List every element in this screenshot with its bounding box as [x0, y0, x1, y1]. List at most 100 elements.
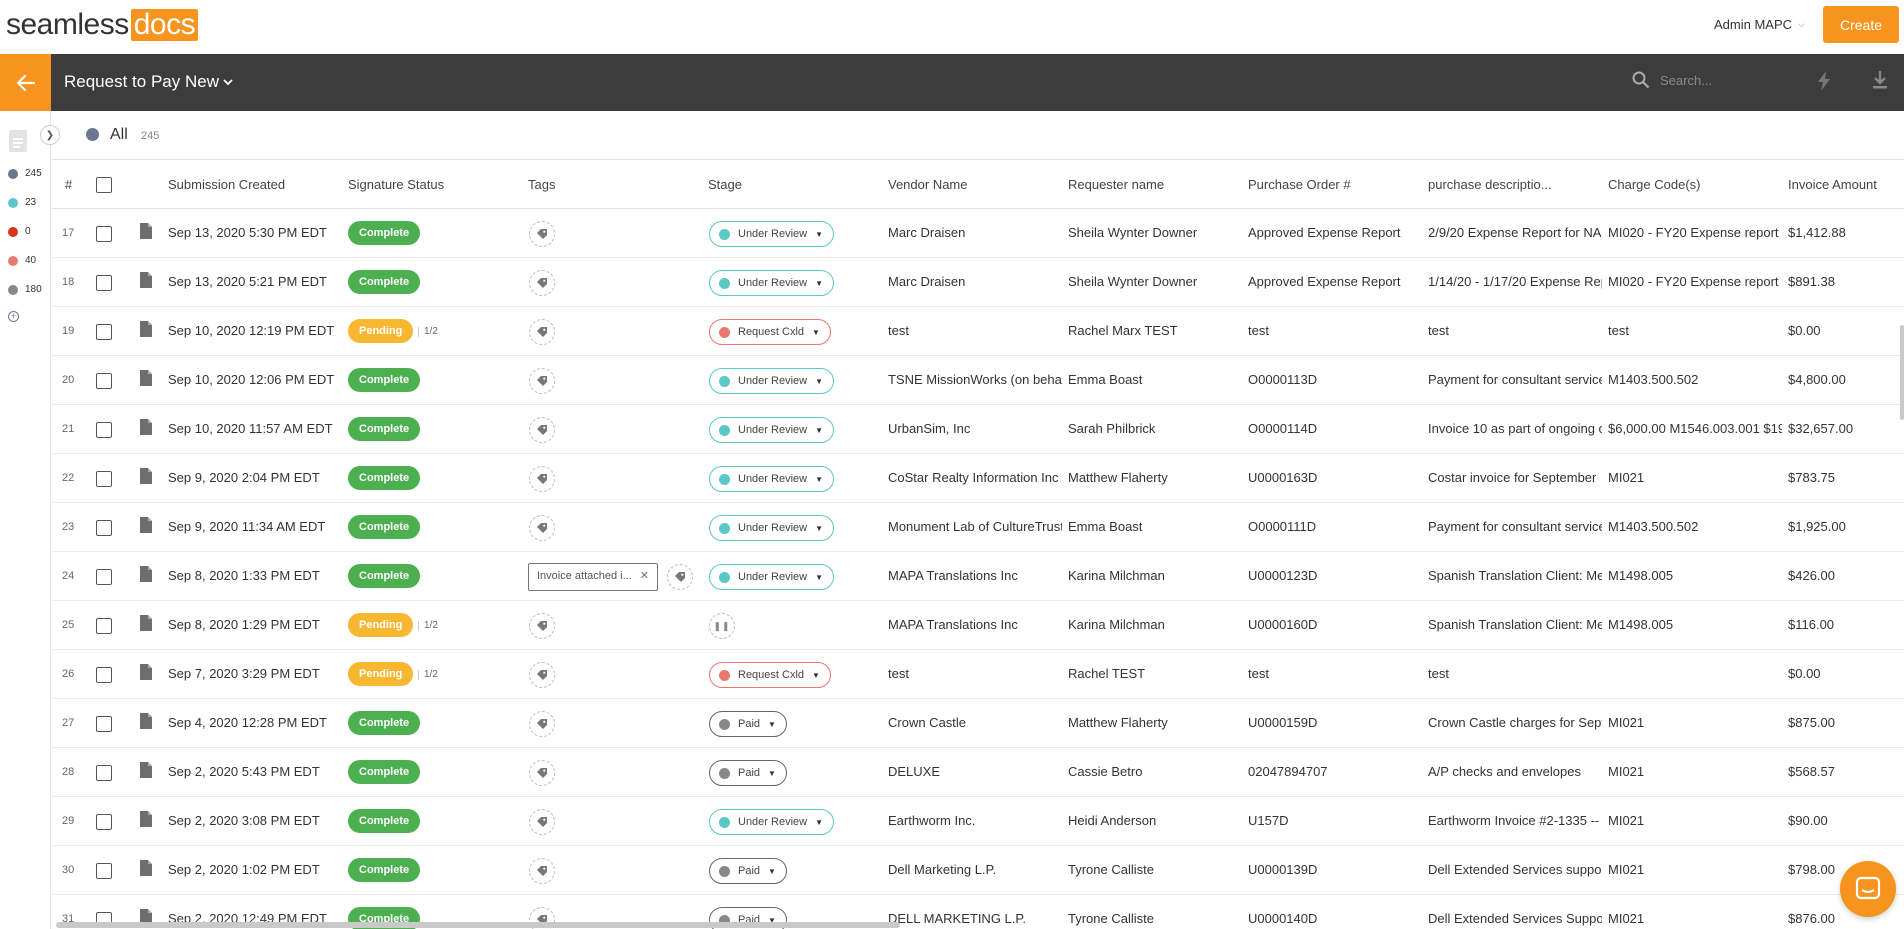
table-row[interactable]: 21 Sep 10, 2020 11:57 AM EDT Complete Under… — [52, 405, 1904, 454]
stage-empty-icon[interactable]: ❚❚ — [709, 613, 735, 639]
stage-dropdown[interactable]: Under Review ▼ — [709, 466, 835, 492]
row-checkbox[interactable] — [96, 765, 112, 781]
stage-dropdown[interactable]: Under Review ▼ — [709, 417, 835, 443]
create-button[interactable]: Create — [1823, 6, 1899, 43]
table-row[interactable]: 22 Sep 9, 2020 2:04 PM EDT Complete Under R… — [52, 454, 1904, 503]
column-header[interactable]: Submission Created — [168, 177, 285, 192]
table-row[interactable]: 30 Sep 2, 2020 1:02 PM EDT Complete Paid ▼ De… — [52, 846, 1904, 895]
add-filter-icon[interactable]: + — [8, 311, 19, 322]
column-header[interactable]: Tags — [528, 177, 555, 192]
signature-status-badge[interactable]: Complete — [348, 221, 421, 245]
row-checkbox[interactable] — [96, 324, 112, 340]
document-icon[interactable] — [8, 129, 28, 158]
signature-status-badge[interactable]: Complete — [348, 368, 421, 392]
signature-status-badge[interactable]: Complete — [348, 417, 421, 441]
signature-status-badge[interactable]: Complete — [348, 760, 421, 784]
file-icon[interactable] — [139, 859, 153, 880]
tag-icon[interactable] — [529, 368, 555, 394]
rail-filter-red[interactable]: 0 — [8, 226, 31, 237]
vertical-scrollbar[interactable] — [1900, 325, 1904, 420]
automation-bolt-icon[interactable] — [1816, 70, 1832, 97]
file-icon[interactable] — [139, 712, 153, 733]
tag-icon[interactable] — [529, 221, 555, 247]
signature-status-badge[interactable]: Pending — [348, 613, 414, 637]
tag-icon[interactable] — [667, 564, 693, 590]
close-icon[interactable]: ✕ — [640, 569, 649, 582]
search-input[interactable] — [1660, 72, 1780, 88]
file-icon[interactable] — [139, 516, 153, 537]
tag-icon[interactable] — [529, 515, 555, 541]
row-checkbox[interactable] — [96, 422, 112, 438]
signature-status-badge[interactable]: Complete — [348, 711, 421, 735]
signature-status-badge[interactable]: Complete — [348, 466, 421, 490]
file-icon[interactable] — [139, 663, 153, 684]
brand-logo[interactable]: seamless docs — [6, 8, 199, 42]
column-header[interactable]: Invoice Amount — [1788, 177, 1877, 192]
column-header[interactable]: Purchase Order # — [1248, 177, 1351, 192]
account-menu[interactable]: Admin MAPC ⌵ — [1714, 17, 1805, 32]
stage-dropdown[interactable]: Request Cxld ▼ — [709, 319, 831, 345]
rail-filter-paid[interactable]: 180 — [8, 284, 42, 295]
file-icon[interactable] — [139, 222, 153, 243]
table-row[interactable]: 17 Sep 13, 2020 5:30 PM EDT Complete Under … — [52, 209, 1904, 258]
tag-icon[interactable] — [529, 466, 555, 492]
file-icon[interactable] — [139, 271, 153, 292]
chat-button[interactable] — [1840, 861, 1896, 917]
file-icon[interactable] — [139, 418, 153, 439]
tag-icon[interactable] — [529, 319, 555, 345]
tag-chip[interactable]: Invoice attached i... ✕ — [528, 563, 658, 591]
table-row[interactable]: 26 Sep 7, 2020 3:29 PM EDT Pending 1/2 Reque… — [52, 650, 1904, 699]
tag-icon[interactable] — [529, 270, 555, 296]
signature-status-badge[interactable]: Complete — [348, 564, 421, 588]
table-row[interactable]: 25 Sep 8, 2020 1:29 PM EDT Pending 1/2 ❚❚ MAP… — [52, 601, 1904, 650]
rail-filter-cancelled[interactable]: 40 — [8, 255, 36, 266]
signature-status-badge[interactable]: Complete — [348, 270, 421, 294]
row-checkbox[interactable] — [96, 618, 112, 634]
back-button[interactable] — [0, 54, 51, 111]
column-header[interactable]: purchase descriptio... — [1428, 177, 1552, 192]
stage-dropdown[interactable]: Under Review ▼ — [709, 221, 835, 247]
tag-icon[interactable] — [529, 613, 555, 639]
table-row[interactable]: 28 Sep 2, 2020 5:43 PM EDT Complete Paid ▼ DE… — [52, 748, 1904, 797]
rail-filter-all[interactable]: 245 — [8, 168, 42, 179]
tag-icon[interactable] — [529, 809, 555, 835]
rail-filter-under-review[interactable]: 23 — [8, 197, 36, 208]
stage-dropdown[interactable]: Request Cxld ▼ — [709, 662, 831, 688]
file-icon[interactable] — [139, 565, 153, 586]
file-icon[interactable] — [139, 320, 153, 341]
table-row[interactable]: 18 Sep 13, 2020 5:21 PM EDT Complete Under … — [52, 258, 1904, 307]
stage-dropdown[interactable]: Under Review ▼ — [709, 564, 835, 590]
column-header[interactable]: Requester name — [1068, 177, 1164, 192]
row-checkbox[interactable] — [96, 373, 112, 389]
form-title-dropdown[interactable]: Request to Pay New — [64, 72, 233, 92]
tag-icon[interactable] — [529, 760, 555, 786]
stage-dropdown[interactable]: Under Review ▼ — [709, 515, 835, 541]
table-row[interactable]: 19 Sep 10, 2020 12:19 PM EDT Pending 1/2 Req… — [52, 307, 1904, 356]
tag-icon[interactable] — [529, 858, 555, 884]
row-checkbox[interactable] — [96, 226, 112, 242]
tag-icon[interactable] — [529, 417, 555, 443]
file-icon[interactable] — [139, 467, 153, 488]
stage-dropdown[interactable]: Under Review ▼ — [709, 270, 835, 296]
table-row[interactable]: 23 Sep 9, 2020 11:34 AM EDT Complete Under … — [52, 503, 1904, 552]
table-row[interactable]: 24 Sep 8, 2020 1:33 PM EDT Complete Invoice… — [52, 552, 1904, 601]
table-row[interactable]: 29 Sep 2, 2020 3:08 PM EDT Complete Under R… — [52, 797, 1904, 846]
table-row[interactable]: 27 Sep 4, 2020 12:28 PM EDT Complete Paid ▼ C… — [52, 699, 1904, 748]
row-checkbox[interactable] — [96, 569, 112, 585]
stage-dropdown[interactable]: Paid ▼ — [709, 760, 787, 786]
column-header[interactable]: Charge Code(s) — [1608, 177, 1701, 192]
row-checkbox[interactable] — [96, 520, 112, 536]
select-all-checkbox[interactable] — [96, 177, 112, 193]
table-row[interactable]: 20 Sep 10, 2020 12:06 PM EDT Complete Under… — [52, 356, 1904, 405]
row-checkbox[interactable] — [96, 667, 112, 683]
file-icon[interactable] — [139, 614, 153, 635]
row-checkbox[interactable] — [96, 863, 112, 879]
row-checkbox[interactable] — [96, 716, 112, 732]
tag-icon[interactable] — [529, 662, 555, 688]
column-header[interactable]: # — [65, 177, 72, 192]
row-checkbox[interactable] — [96, 471, 112, 487]
file-icon[interactable] — [139, 369, 153, 390]
stage-dropdown[interactable]: Under Review ▼ — [709, 809, 835, 835]
file-icon[interactable] — [139, 761, 153, 782]
signature-status-badge[interactable]: Pending — [348, 319, 414, 343]
